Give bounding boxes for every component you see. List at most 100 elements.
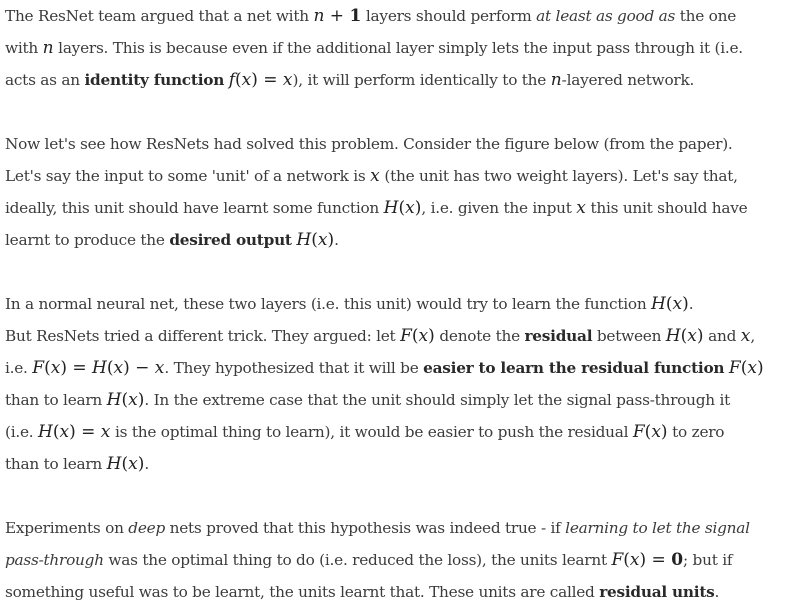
math-symbol: ) <box>682 294 689 314</box>
text-line: something useful was to be learnt, the u… <box>5 581 719 603</box>
text-run: learnt to produce the <box>5 231 170 249</box>
text-run: . <box>334 231 339 249</box>
text-line: ideally, this unit should have learnt so… <box>5 197 748 219</box>
italic-phrase: learning to let the signal <box>565 519 750 537</box>
math-variable: x <box>576 198 586 218</box>
text-line: acts as an identity function f(x) = x), … <box>5 69 694 91</box>
math-variable: H <box>651 294 666 314</box>
text-run: i.e. <box>5 359 33 377</box>
text-run: . They hypothesized that it will be <box>164 359 424 377</box>
math-symbol: ) <box>696 326 704 346</box>
text-line: with n layers. This is because even if t… <box>5 37 743 59</box>
text-run: . <box>688 295 694 313</box>
text-run: to zero <box>667 423 725 441</box>
math-symbol: ( <box>44 358 51 378</box>
text-line: learnt to produce the desired output H(x… <box>5 229 339 251</box>
math-symbol: ) − <box>123 358 155 378</box>
math-variable: H <box>38 422 53 442</box>
text-run: The ResNet team argued that a net with <box>5 7 314 25</box>
text-run: But ResNets tried a different trick. The… <box>5 327 401 345</box>
text-run: Experiments on <box>5 519 129 537</box>
math-symbol: 0 <box>671 550 684 570</box>
math-variable: x <box>672 294 683 314</box>
math-variable: x <box>317 230 328 250</box>
math-variable: n <box>313 6 325 26</box>
text-line: Let's say the input to some 'unit' of a … <box>5 165 738 187</box>
math-variable: x <box>100 422 111 442</box>
math-symbol: ) <box>428 326 435 346</box>
math-variable: x <box>128 454 138 474</box>
text-line: i.e. F(x) = H(x) − x. They hypothesized … <box>5 357 764 379</box>
math-symbol: ( <box>235 70 242 90</box>
text-run: Let's say the input to some 'unit' of a … <box>5 167 371 185</box>
math-variable: x <box>629 550 640 570</box>
math-variable: x <box>740 326 751 346</box>
italic-phrase: pass-through <box>5 551 104 569</box>
math-variable: x <box>113 358 124 378</box>
math-variable: H <box>383 198 399 218</box>
math-symbol: ) = <box>251 70 283 90</box>
math-variable: H <box>106 454 122 474</box>
math-variable: F <box>400 326 412 346</box>
math-variable: x <box>747 358 757 378</box>
text-line: than to learn H(x). In the extreme case … <box>5 389 730 411</box>
text-run: . <box>714 583 720 601</box>
text-run: (the unit has two weight layers). Let's … <box>379 167 738 185</box>
text-run: denote the <box>434 327 525 345</box>
math-variable: H <box>296 230 312 250</box>
math-symbol: ( <box>411 326 419 346</box>
text-line: But ResNets tried a different trick. The… <box>5 325 755 347</box>
math-variable: x <box>154 358 165 378</box>
text-run: , i.e. given the input <box>421 199 577 217</box>
text-run: In a normal neural net, these two layers… <box>5 295 652 313</box>
math-symbol: ( <box>665 294 673 314</box>
text-run: -layered network. <box>561 71 695 89</box>
text-line: In a normal neural net, these two layers… <box>5 293 694 315</box>
bold-term: identity function <box>84 71 225 89</box>
math-variable: x <box>405 198 415 218</box>
text-run: ideally, this unit should have learnt so… <box>5 199 384 217</box>
text-run: . <box>144 455 149 473</box>
math-variable: H <box>92 358 107 378</box>
math-symbol: ) = <box>60 358 93 378</box>
math-symbol: ) = <box>69 422 101 442</box>
text-run: the one <box>675 7 737 25</box>
text-run: ), it will perform identically to the <box>292 71 551 89</box>
text-run: Now let's see how ResNets had solved thi… <box>5 135 733 153</box>
math-symbol: ) <box>660 422 668 442</box>
math-variable: x <box>651 422 661 442</box>
bold-term: easier to learn the residual function <box>423 359 725 377</box>
text-run: ; but if <box>683 551 733 569</box>
text-line: Now let's see how ResNets had solved thi… <box>5 133 733 155</box>
math-variable: x <box>418 326 429 346</box>
math-variable: F <box>632 422 645 442</box>
text-run: something useful was to be learnt, the u… <box>5 583 600 601</box>
math-symbol: ) <box>756 358 764 378</box>
text-run: between <box>592 327 666 345</box>
text-run: layers. This is because even if the addi… <box>53 39 743 57</box>
bold-term: desired output <box>169 231 292 249</box>
math-symbol: ( <box>311 230 318 250</box>
article-body: The ResNet team argued that a net with n… <box>0 0 799 605</box>
text-run: with <box>5 39 43 57</box>
text-run: is the optimal thing to learn), it would… <box>110 423 633 441</box>
math-variable: F <box>32 358 45 378</box>
math-variable: F <box>728 358 741 378</box>
math-symbol: + <box>324 6 350 26</box>
math-variable: x <box>282 70 293 90</box>
text-run: than to learn <box>5 391 107 409</box>
text-line: pass-through was the optimal thing to do… <box>5 549 733 571</box>
text-run: (i.e. <box>5 423 39 441</box>
math-variable: H <box>106 390 122 410</box>
text-run: this unit should have <box>585 199 748 217</box>
math-variable: x <box>370 166 380 186</box>
text-run: than to learn <box>5 455 107 473</box>
text-run: . In the extreme case that the unit shou… <box>144 391 731 409</box>
math-variable: H <box>665 326 681 346</box>
text-run: and <box>703 327 741 345</box>
math-variable: x <box>59 422 70 442</box>
math-variable: x <box>687 326 697 346</box>
math-variable: x <box>50 358 61 378</box>
math-variable: x <box>241 70 252 90</box>
text-run: was the optimal thing to do (i.e. reduce… <box>103 551 612 569</box>
